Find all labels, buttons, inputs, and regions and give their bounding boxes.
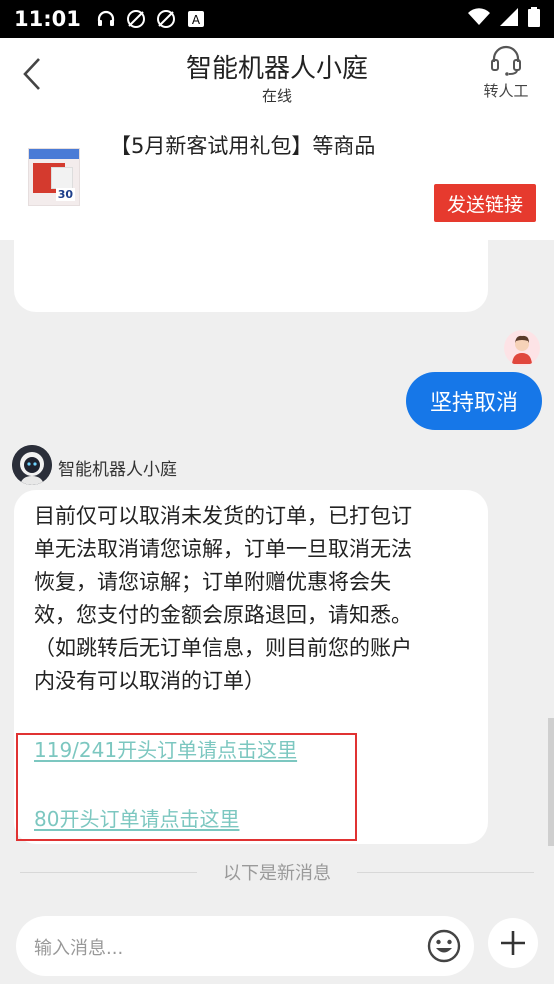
status-time: 11:01 [14,7,81,31]
new-messages-divider: 以下是新消息 [20,860,534,884]
annotation-highlight-box [16,733,357,841]
sync-off-icon [155,8,177,30]
message-input[interactable]: 输入消息... [16,916,474,976]
headset-icon [491,45,521,76]
product-card: 30 【5月新客试用礼包】等商品 发送链接 [0,110,554,240]
wifi-icon [468,8,490,30]
bot-message-line: 目前仅可以取消未发货的订单，已打包订 [34,504,412,528]
user-message-bubble: 坚持取消 [406,372,542,430]
bot-message-line: 恢复，请您谅解；订单附赠优惠将会失 [34,570,391,594]
status-right-icons [468,7,540,31]
product-name: 【5月新客试用礼包】等商品 [110,134,376,158]
divider-line [20,871,197,873]
thumbnail-package [51,167,73,189]
bot-message-line: 内没有可以取消的订单） [34,669,265,693]
chat-header: 智能机器人小庭 在线 转人工 [0,38,554,110]
transfer-human-label: 转人工 [483,82,529,100]
emoji-icon [427,929,461,963]
signal-icon [500,8,518,30]
bot-avatar [12,445,52,485]
divider-text: 以下是新消息 [223,863,331,884]
previous-message-bubble [14,228,488,312]
thumbnail-banner [29,149,79,159]
plus-icon [501,931,525,955]
transfer-human-button[interactable]: 转人工 [476,44,536,104]
svg-text:A: A [192,13,201,27]
bot-message-line: （如跳转后无订单信息，则目前您的账户 [34,636,412,660]
bot-message-text: 目前仅可以取消未发货的订单，已打包订 单无法取消请您谅解，订单一旦取消无法 恢复… [34,500,474,698]
status-bar: 11:01 A [0,0,554,38]
scrollbar[interactable] [548,718,554,846]
bot-name: 智能机器人小庭 [58,460,177,480]
emoji-button[interactable] [426,928,462,964]
online-status: 在线 [261,87,292,105]
user-avatar [504,330,540,366]
battery-icon [528,7,540,31]
more-actions-button[interactable] [488,918,538,968]
divider-line [357,871,534,873]
keyboard-a-icon: A [185,8,207,30]
bot-message-line: 单无法取消请您谅解，订单一旦取消无法 [34,537,412,561]
headphone-icon [95,8,117,30]
sync-off-icon [125,8,147,30]
page-title: 智能机器人小庭 [185,54,368,84]
send-link-button[interactable]: 发送链接 [434,184,536,222]
message-input-placeholder: 输入消息... [34,938,124,959]
input-bar: 输入消息... [0,900,554,984]
bot-message-line: 效，您支付的金额会原路退回，请知悉。 [34,603,412,627]
product-thumbnail[interactable]: 30 [28,148,80,206]
status-left-icons: A [95,8,207,30]
thumbnail-number: 30 [55,188,75,201]
